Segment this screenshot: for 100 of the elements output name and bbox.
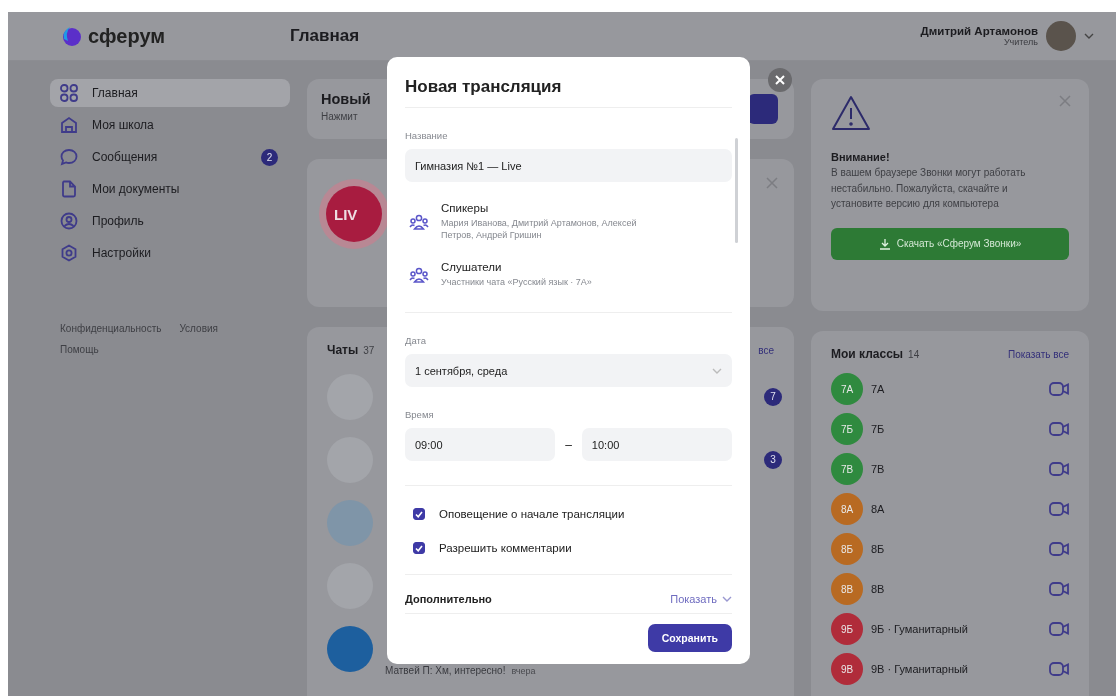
profile-icon [60,212,78,230]
class-badge: 9Б [831,613,863,645]
video-camera-icon[interactable] [1049,541,1069,557]
checkmark-icon [415,544,423,552]
people-icon [409,212,429,231]
section-label: Дополнительно [405,593,492,605]
field-label: Название [405,130,449,141]
settings-icon [60,244,78,262]
nav-item[interactable]: Мои документы [50,175,290,203]
logo-text[interactable]: сферум [88,24,166,48]
chat-avatar[interactable] [327,625,373,672]
checkbox[interactable] [413,542,425,554]
checkbox[interactable] [413,508,425,520]
user-role: Учитель [1003,37,1038,47]
close-icon [775,75,785,85]
live-label: LIV [326,186,382,242]
nav-label: Мои документы [92,182,181,196]
nav-item[interactable]: Настройки [50,239,290,267]
name-field[interactable]: Гимназия №1 — Live [405,149,732,182]
nav-item[interactable]: Сообщения 2 [50,143,290,171]
grid-icon [60,84,78,102]
save-button[interactable]: Сохранить [647,624,732,652]
field-label: Время [405,409,435,420]
user-name[interactable]: Дмитрий Артамонов [920,25,1038,37]
show-toggle[interactable]: Показать [670,593,732,605]
show-all-link[interactable]: Показать все [1007,349,1069,360]
nav-label: Профиль [92,214,145,228]
class-name[interactable]: 7А [871,383,1041,395]
nav-label: Сообщения [92,150,159,164]
checkbox-label[interactable]: Оповещение о начале трансляции [439,508,625,520]
nav-item[interactable]: Главная [50,79,290,107]
video-camera-icon[interactable] [1049,621,1069,637]
chat-icon [60,148,78,166]
class-badge: 8В [831,573,863,605]
start-time-field[interactable]: 09:00 [405,428,556,461]
class-name[interactable]: 7Б [871,423,1041,435]
download-icon [878,237,891,250]
class-badge: 7В [831,453,863,485]
modal-title: Новая трансляция [405,57,732,108]
class-badge: 7А [831,373,863,405]
footer-link[interactable]: Конфиденциальность [60,323,162,334]
chevron-down-icon[interactable] [1084,33,1094,39]
modal-close-button[interactable] [768,68,792,92]
class-count: 14 [908,349,920,360]
participants-list: Участники чата «Русский язык · 7А» [441,276,651,288]
footer-link[interactable]: Условия [179,323,218,334]
class-name[interactable]: 8Б [871,543,1041,555]
section-title: Чаты [327,343,359,357]
unread-badge: 7 [764,387,782,406]
message-time: вчера [511,666,536,676]
class-name[interactable]: 8В [871,583,1041,595]
class-badge: 8А [831,493,863,525]
footer-link[interactable]: Помощь [60,344,99,355]
chat-count: 37 [363,345,375,356]
nav-label: Главная [92,86,139,100]
warning-icon [831,95,871,131]
nav-item[interactable]: Профиль [50,207,290,235]
participants-title[interactable]: Спикеры [441,202,651,214]
class-name[interactable]: 8А [871,503,1041,515]
warning-text: В вашем браузере Звонки могут работать нестабильно. Пожалуйста, скачайте и установите версию для компьютера [831,166,1027,211]
show-all-link[interactable]: все [758,345,774,356]
create-button[interactable] [748,94,778,124]
school-icon [60,116,78,134]
avatar[interactable] [1046,21,1076,51]
logo-icon [60,25,82,47]
card-title: Новый [321,91,371,107]
nav-label: Настройки [92,246,152,260]
video-camera-icon[interactable] [1049,461,1069,477]
section-title: Мои классы [831,347,904,361]
participants-list: Мария Иванова, Дмитрий Артамонов, Алексей Петров, Андрей Гришин [441,217,651,241]
video-camera-icon[interactable] [1049,421,1069,437]
checkmark-icon [415,510,423,518]
download-button[interactable]: Скачать «Сферум Звонки» [831,227,1069,260]
class-badge: 9В [831,653,863,685]
document-icon [60,180,78,198]
class-badge: 8Б [831,533,863,565]
people-icon [409,265,429,284]
chevron-down-icon[interactable] [722,596,732,602]
class-name[interactable]: 7В [871,463,1041,475]
video-camera-icon[interactable] [1049,381,1069,397]
warning-title: Внимание! [831,151,891,163]
card-subtitle: Нажмит [321,111,359,122]
video-camera-icon[interactable] [1049,581,1069,597]
end-time-field[interactable]: 10:00 [581,428,732,461]
checkbox-label[interactable]: Разрешить комментарии [439,542,572,554]
participants-title[interactable]: Слушатели [441,261,651,273]
nav-item[interactable]: Моя школа [50,111,290,139]
page-title: Главная [290,26,361,46]
field-label: Дата [405,335,428,346]
video-camera-icon[interactable] [1049,661,1069,677]
video-camera-icon[interactable] [1049,501,1069,517]
scrollbar[interactable] [735,138,738,243]
time-separator: – [565,437,572,452]
date-select[interactable]: 1 сентября, среда [405,354,732,387]
nav-label: Моя школа [92,118,155,132]
class-name[interactable]: 9В · Гуманитарный [871,663,1041,675]
unread-badge: 2 [261,148,278,166]
class-badge: 7Б [831,413,863,445]
unread-badge: 3 [764,450,782,469]
class-name[interactable]: 9Б · Гуманитарный [871,623,1041,635]
